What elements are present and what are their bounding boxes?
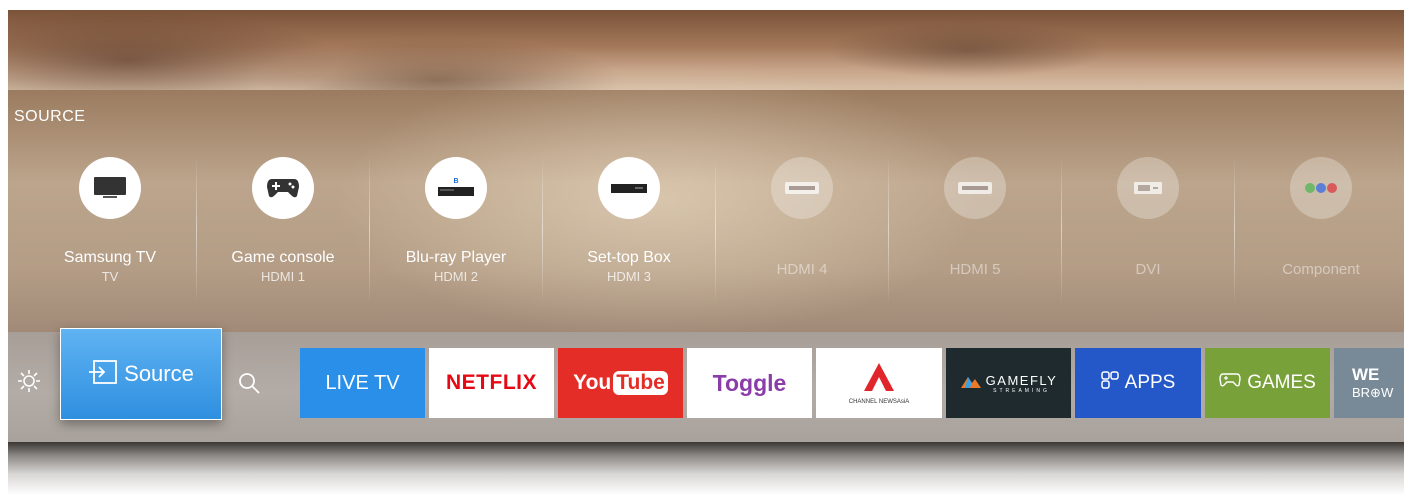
app-tile-youtube[interactable]: You Tube bbox=[558, 348, 683, 418]
settop-box-icon bbox=[598, 157, 660, 219]
app-label: LIVE TV bbox=[325, 371, 400, 394]
app-tile-apps[interactable]: APPS bbox=[1075, 348, 1201, 418]
youtube-logo-you: You bbox=[573, 371, 612, 394]
source-panel-title: SOURCE bbox=[14, 108, 86, 125]
source-sub: HDMI 2 bbox=[433, 269, 479, 284]
gamepad-icon bbox=[252, 157, 314, 219]
source-item-bluray-player[interactable]: B Blu-ray Player HDMI 2 bbox=[370, 145, 542, 310]
source-input-icon bbox=[88, 359, 118, 389]
cna-logo-icon bbox=[862, 361, 896, 397]
gear-icon[interactable] bbox=[16, 368, 42, 394]
app-tile-toggle[interactable]: Toggle bbox=[687, 348, 812, 418]
search-icon[interactable] bbox=[236, 370, 262, 396]
source-name: Game console bbox=[231, 249, 335, 266]
source-item-settop-box[interactable]: Set-top Box HDMI 3 bbox=[543, 145, 715, 310]
app-label: CHANNEL NEWSAsiA bbox=[848, 399, 910, 405]
source-sub: HDMI 1 bbox=[260, 269, 306, 284]
hdmi-port-icon bbox=[944, 157, 1006, 219]
source-name: DVI bbox=[1135, 261, 1161, 278]
tv-screen: SOURCE Samsung TV TV Game console HDMI 1… bbox=[8, 10, 1404, 442]
tv-icon bbox=[79, 157, 141, 219]
app-label: WE bbox=[1352, 365, 1380, 384]
source-sub: TV bbox=[101, 269, 119, 284]
bluray-player-icon: B bbox=[425, 157, 487, 219]
app-label: Toggle bbox=[712, 369, 787, 396]
app-sublabel: BR⊕W bbox=[1352, 385, 1394, 400]
tv-bottom-shadow bbox=[8, 442, 1404, 495]
source-item-dvi[interactable]: DVI bbox=[1062, 145, 1234, 310]
apps-icon bbox=[1100, 371, 1119, 395]
svg-text:B: B bbox=[453, 178, 458, 185]
dvi-port-icon bbox=[1117, 157, 1179, 219]
source-item-game-console[interactable]: Game console HDMI 1 bbox=[197, 145, 369, 310]
gamefly-wordmark: GAMEFLY STREAMING bbox=[986, 373, 1058, 394]
source-name: Component bbox=[1282, 261, 1360, 278]
source-item-hdmi4[interactable]: HDMI 4 bbox=[716, 145, 888, 310]
app-label: GAMEFLY bbox=[985, 372, 1058, 388]
source-list: Samsung TV TV Game console HDMI 1 B Blu-… bbox=[24, 145, 1404, 315]
app-tile-web-browser[interactable]: WE BR⊕W bbox=[1334, 348, 1404, 418]
app-label: GAMES bbox=[1247, 372, 1316, 393]
source-button[interactable]: Source bbox=[60, 328, 222, 420]
app-tile-netflix[interactable]: NETFLIX bbox=[429, 348, 554, 418]
source-sub: HDMI 3 bbox=[606, 269, 652, 284]
gamepad-icon bbox=[1219, 372, 1241, 394]
source-name: Set-top Box bbox=[587, 249, 671, 266]
source-item-component[interactable]: Component bbox=[1235, 145, 1404, 310]
source-item-samsung-tv[interactable]: Samsung TV TV bbox=[24, 145, 196, 310]
source-name: HDMI 4 bbox=[776, 261, 828, 278]
component-port-icon bbox=[1290, 157, 1352, 219]
source-name: HDMI 5 bbox=[949, 261, 1001, 278]
app-tile-channel-newsasia[interactable]: CHANNEL NEWSAsiA bbox=[816, 348, 942, 418]
app-sublabel: STREAMING bbox=[993, 387, 1050, 394]
source-name: Samsung TV bbox=[63, 249, 157, 266]
app-tile-live-tv[interactable]: LIVE TV bbox=[300, 348, 425, 418]
source-name: Blu-ray Player bbox=[405, 249, 507, 266]
source-item-hdmi5[interactable]: HDMI 5 bbox=[889, 145, 1061, 310]
app-tile-games[interactable]: GAMES bbox=[1205, 348, 1330, 418]
youtube-logo-tube: Tube bbox=[613, 371, 668, 395]
hdmi-port-icon bbox=[771, 157, 833, 219]
app-tile-gamefly[interactable]: GAMEFLY STREAMING bbox=[946, 348, 1071, 418]
app-label: NETFLIX bbox=[446, 371, 537, 394]
app-label: APPS bbox=[1124, 372, 1176, 393]
gamefly-logo-icon bbox=[960, 374, 982, 393]
source-button-label: Source bbox=[124, 361, 194, 386]
